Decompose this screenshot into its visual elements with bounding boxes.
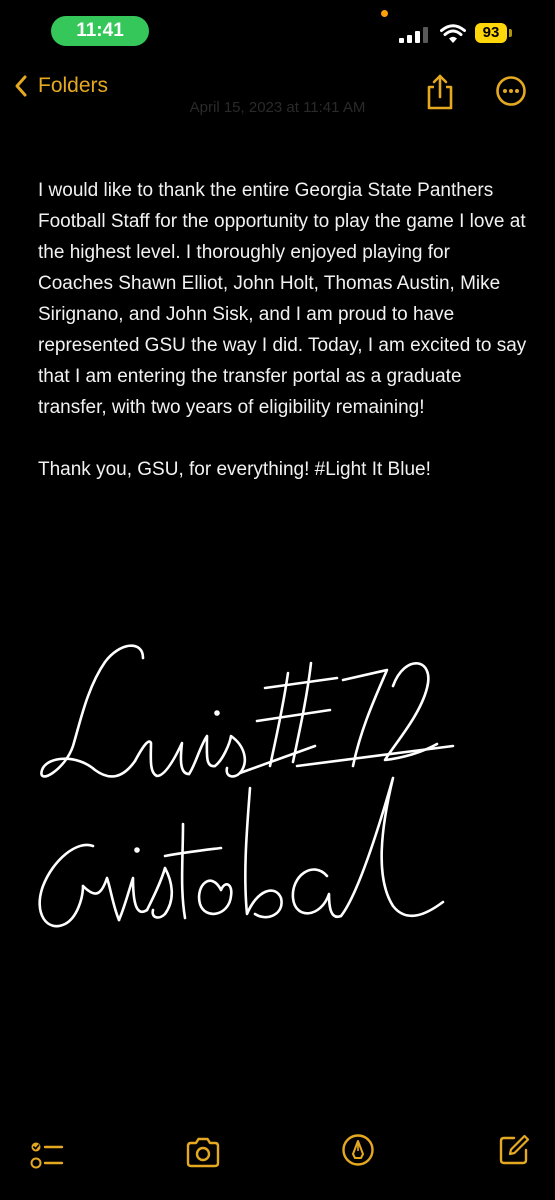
- markup-icon[interactable]: [341, 1133, 375, 1167]
- note-paragraph: Thank you, GSU, for everything! #Light I…: [38, 459, 431, 480]
- note-date: April 15, 2023 at 11:41 AM: [189, 99, 366, 116]
- battery-icon: 93: [475, 23, 507, 43]
- back-button-label: Folders: [38, 74, 109, 97]
- cellular-signal-icon: [399, 27, 433, 43]
- checklist-icon[interactable]: [30, 1140, 64, 1172]
- status-bar: 11:41 93: [0, 0, 555, 60]
- back-button[interactable]: Folders: [14, 74, 108, 98]
- bottom-toolbar: [0, 1130, 555, 1190]
- note-body[interactable]: I would like to thank the entire Georgia…: [38, 175, 528, 485]
- compose-icon[interactable]: [498, 1134, 530, 1166]
- chevron-left-icon: [15, 75, 27, 97]
- handwritten-signature: [38, 644, 455, 928]
- privacy-indicator-dot: [381, 10, 388, 17]
- note-paragraph: I would like to thank the entire Georgia…: [38, 180, 527, 418]
- wifi-icon: [440, 24, 466, 43]
- camera-icon[interactable]: [185, 1136, 221, 1168]
- battery-terminal: [509, 29, 512, 37]
- status-time[interactable]: 11:41: [51, 16, 149, 46]
